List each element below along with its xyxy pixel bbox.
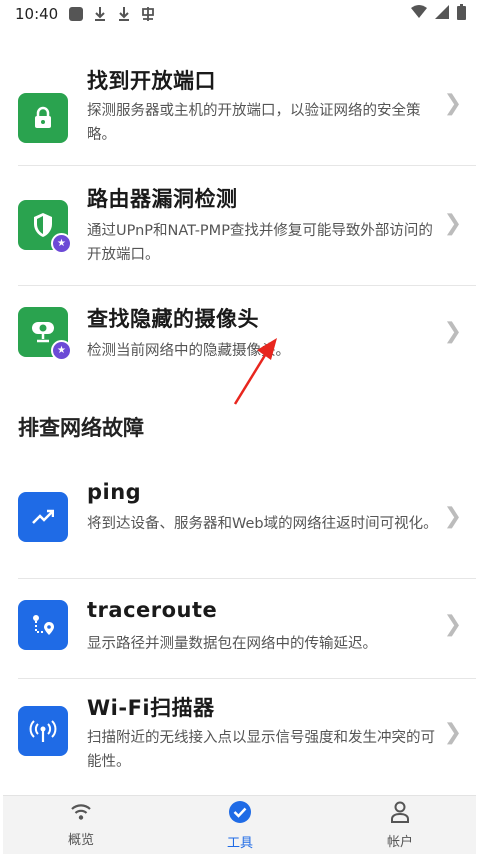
notification-square-icon: [66, 4, 86, 24]
tool-title: 路由器漏洞检测: [87, 187, 238, 211]
nav-label: 概览: [67, 832, 94, 848]
nav-tab-overview[interactable]: 概览: [21, 796, 141, 854]
nav-tab-account[interactable]: 帐户: [340, 796, 460, 854]
chevron-right-icon: ❯: [443, 720, 462, 745]
tool-title: 查找隐藏的摄像头: [87, 307, 259, 331]
premium-star-icon: ★: [51, 340, 72, 361]
tool-description: 通过UPnP和NAT-PMP查找并修复可能导致外部访问的开放端口。: [87, 223, 433, 263]
divider: [18, 285, 476, 286]
section-title: 排查网络故障: [18, 416, 144, 440]
tool-item-traceroute[interactable]: traceroute 显示路径并测量数据包在网络中的传输延迟。 ❯: [3, 588, 476, 688]
lock-icon: [18, 93, 68, 143]
chevron-right-icon: ❯: [443, 612, 462, 637]
tool-title: ping: [87, 480, 142, 504]
bottom-navigation: 概览 工具 帐户: [3, 795, 476, 854]
chevron-right-icon: ❯: [443, 504, 462, 529]
chevron-right-icon: ❯: [443, 91, 462, 116]
wifi-icon: [70, 803, 92, 825]
tool-item-wifi-scanner[interactable]: Wi-Fi扫描器 扫描附近的无线接入点以显示信号强度和发生冲突的可能性。 ❯: [3, 688, 476, 794]
annotation-arrow-icon: [233, 338, 277, 405]
nav-label: 工具: [226, 835, 253, 851]
divider: [18, 678, 476, 679]
person-icon: [390, 801, 410, 827]
chevron-right-icon: ❯: [443, 211, 462, 236]
trend-icon: [18, 492, 68, 542]
tool-item-ping[interactable]: ping 将到达设备、服务器和Web域的网络往返时间可视化。 ❯: [3, 470, 476, 578]
tool-title: Wi-Fi扫描器: [87, 696, 215, 720]
check-circle-icon: [228, 800, 252, 828]
tool-description: 探测服务器或主机的开放端口，以验证网络的安全策略。: [87, 103, 421, 143]
status-bar: 10:40: [3, 0, 476, 28]
download-icon: [114, 4, 134, 24]
route-icon: [18, 600, 68, 650]
tool-description: 扫描附近的无线接入点以显示信号强度和发生冲突的可能性。: [87, 730, 435, 770]
wifi-signal-icon: [411, 5, 427, 23]
tool-description: 显示路径并测量数据包在网络中的传输延迟。: [87, 636, 377, 652]
tool-title: traceroute: [87, 598, 218, 622]
shield-icon: ★: [18, 200, 72, 254]
cell-signal-icon: [435, 5, 449, 23]
download-icon: [90, 4, 110, 24]
premium-star-icon: ★: [51, 233, 72, 254]
nav-tab-tools[interactable]: 工具: [180, 796, 300, 854]
nav-label: 帐户: [386, 834, 413, 850]
divider: [18, 165, 476, 166]
chevron-right-icon: ❯: [443, 319, 462, 344]
status-time: 10:40: [15, 5, 59, 23]
app-notification-icon: [138, 4, 158, 24]
battery-icon: [457, 4, 466, 24]
tool-description: 将到达设备、服务器和Web域的网络往返时间可视化。: [87, 516, 438, 532]
tool-item-router-vulnerability[interactable]: ★ 路由器漏洞检测 通过UPnP和NAT-PMP查找并修复可能导致外部访问的开放…: [3, 175, 476, 285]
antenna-icon: [18, 706, 68, 756]
app-screen: 10:40 找到开放端口 探测服务器或主机的开放端口，以验证网络的安全策略。 ❯…: [3, 0, 476, 854]
tool-item-open-ports[interactable]: 找到开放端口 探测服务器或主机的开放端口，以验证网络的安全策略。 ❯: [3, 55, 476, 165]
tool-title: 找到开放端口: [87, 69, 216, 93]
divider: [18, 578, 476, 579]
camera-icon: ★: [18, 307, 72, 361]
